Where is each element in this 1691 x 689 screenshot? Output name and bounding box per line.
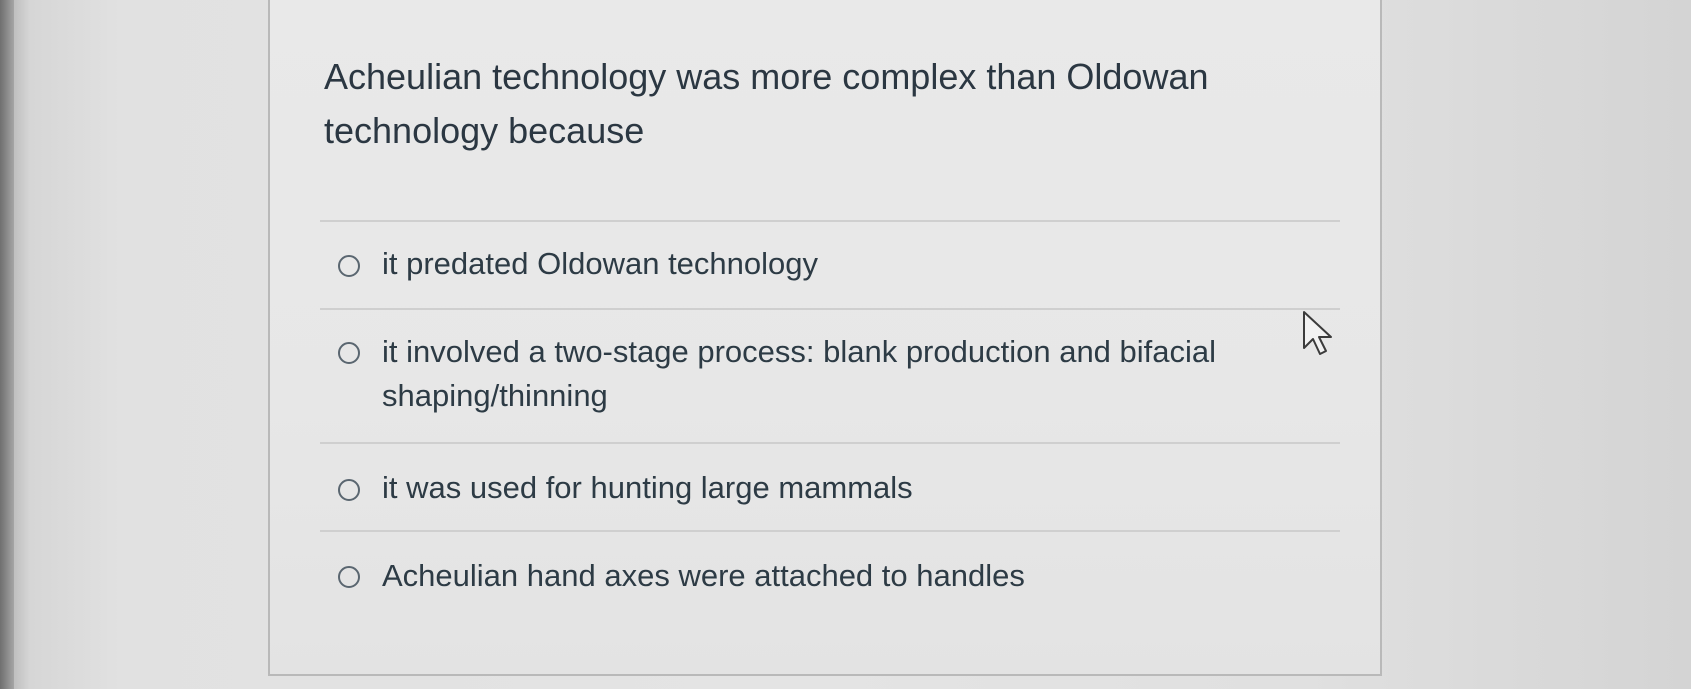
question-card: Acheulian technology was more complex th… [268, 0, 1382, 676]
question-text: Acheulian technology was more complex th… [324, 56, 1209, 151]
radio-unchecked-icon[interactable] [338, 255, 360, 277]
left-edge-shadow [0, 0, 14, 689]
answer-option-4[interactable]: Acheulian hand axes were attached to han… [320, 530, 1340, 618]
answer-label[interactable]: it involved a two-stage process: blank p… [382, 330, 1312, 418]
radio-unchecked-icon[interactable] [338, 342, 360, 364]
answer-option-3[interactable]: it was used for hunting large mammals [320, 442, 1340, 530]
answer-list: it predated Oldowan technology it involv… [320, 220, 1340, 618]
answer-label[interactable]: Acheulian hand axes were attached to han… [382, 554, 1312, 598]
answer-label[interactable]: it was used for hunting large mammals [382, 466, 1312, 510]
answer-option-1[interactable]: it predated Oldowan technology [320, 220, 1340, 308]
mouse-pointer-icon [1303, 311, 1332, 355]
radio-unchecked-icon[interactable] [338, 479, 360, 501]
answer-label[interactable]: it predated Oldowan technology [382, 242, 1312, 286]
radio-unchecked-icon[interactable] [338, 566, 360, 588]
answer-option-2[interactable]: it involved a two-stage process: blank p… [320, 308, 1340, 442]
